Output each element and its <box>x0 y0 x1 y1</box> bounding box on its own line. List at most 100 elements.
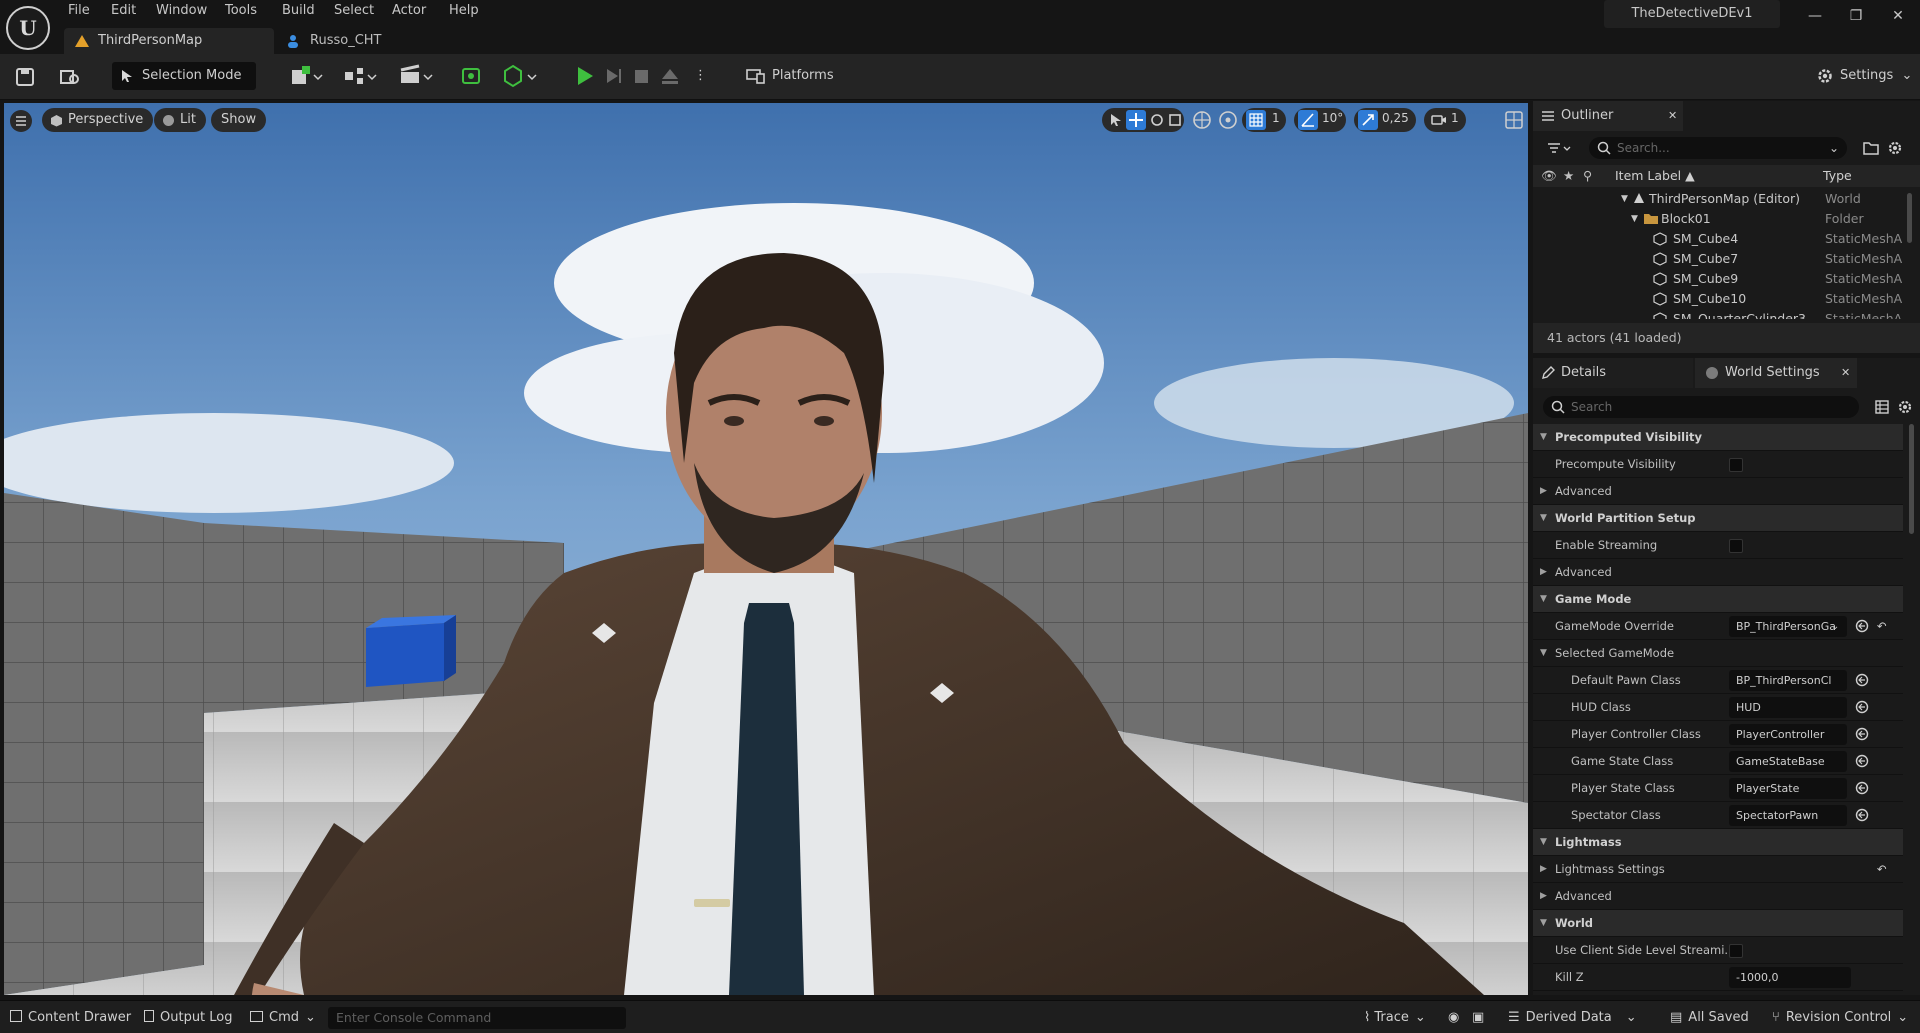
outliner-scrollbar[interactable] <box>1907 193 1912 243</box>
gear-icon[interactable] <box>1897 399 1913 415</box>
favorite-icon[interactable]: ★ <box>1563 165 1574 187</box>
tab-world-settings[interactable]: World Settings ✕ <box>1695 358 1857 388</box>
game-state-class-dropdown[interactable]: GameStateBase <box>1729 751 1847 772</box>
table-view-icon[interactable] <box>1875 400 1889 414</box>
cinematics-icon[interactable] <box>398 62 438 90</box>
viewport-layout-icon[interactable] <box>1504 110 1524 130</box>
menu-window[interactable]: Window <box>156 3 207 21</box>
unreal-logo-icon[interactable]: U <box>6 6 50 50</box>
record-icon[interactable]: ◉ <box>1448 1008 1459 1028</box>
item-label-column[interactable]: Item Label ▲ <box>1615 165 1695 187</box>
camera-speed-button[interactable]: 1 <box>1424 108 1466 132</box>
section-precomputed-visibility[interactable]: ▼ Precomputed Visibility <box>1533 424 1903 451</box>
gamemode-override-dropdown[interactable]: BP_ThirdPersonGa <box>1729 616 1847 637</box>
player-state-class-dropdown[interactable]: PlayerState <box>1729 778 1847 799</box>
section-world-partition-setup[interactable]: ▼ World Partition Setup <box>1533 505 1903 532</box>
move-tool-icon[interactable] <box>1126 110 1146 130</box>
tab-thirdpersonmap[interactable]: ThirdPersonMap <box>64 28 274 54</box>
outliner-row[interactable]: SM_Cube10 StaticMeshA <box>1533 289 1920 309</box>
details-scrollbar[interactable] <box>1909 424 1914 534</box>
browse-asset-icon[interactable] <box>1855 619 1869 633</box>
prop-selected-gamemode[interactable]: ▼ Selected GameMode <box>1533 640 1903 667</box>
section-world[interactable]: ▼ World <box>1533 910 1903 937</box>
menu-edit[interactable]: Edit <box>111 3 136 21</box>
grid-snap-button[interactable]: 1 <box>1242 108 1286 132</box>
outliner-search-input[interactable]: Search... ⌄ <box>1589 137 1847 159</box>
minimize-icon[interactable]: — <box>1805 6 1825 26</box>
blueprint-icon[interactable] <box>342 62 382 90</box>
more-options-icon[interactable]: ⋮ <box>694 62 707 90</box>
reset-icon[interactable]: ↶ <box>1877 856 1887 883</box>
chevron-down-icon[interactable]: ⌄ <box>1829 137 1839 159</box>
close-icon[interactable]: ✕ <box>1888 6 1908 26</box>
eject-icon[interactable] <box>660 62 682 90</box>
save-icon[interactable] <box>16 68 34 86</box>
menu-file[interactable]: File <box>68 3 90 21</box>
section-game-mode[interactable]: ▼ Game Mode <box>1533 586 1903 613</box>
revision-control-dropdown[interactable]: ⑂ Revision Control ⌄ <box>1772 1008 1908 1028</box>
play-icon[interactable] <box>574 62 598 90</box>
player-controller-class-dropdown[interactable]: PlayerController <box>1729 724 1847 745</box>
pin-icon[interactable]: ⚲ <box>1583 165 1592 187</box>
show-button[interactable]: Show <box>211 108 267 132</box>
add-actor-icon[interactable] <box>288 62 328 90</box>
tab-details[interactable]: Details <box>1533 358 1693 388</box>
modeling-icon[interactable] <box>460 62 484 90</box>
browse-asset-icon[interactable] <box>1855 673 1869 687</box>
screenshot-icon[interactable]: ▣ <box>1472 1008 1484 1028</box>
selection-mode-dropdown[interactable]: Selection Mode ⌄ <box>112 62 256 111</box>
restore-icon[interactable]: ❐ <box>1846 6 1866 26</box>
hud-class-dropdown[interactable]: HUD <box>1729 697 1847 718</box>
step-icon[interactable] <box>604 62 626 90</box>
platforms-dropdown[interactable]: Platforms ⌄ <box>740 62 840 111</box>
type-column[interactable]: Type <box>1823 165 1852 187</box>
menu-tools[interactable]: Tools <box>225 3 257 21</box>
browse-icon[interactable] <box>60 68 80 86</box>
derived-data-dropdown[interactable]: ☰ Derived Data ⌄ <box>1508 1008 1637 1028</box>
outliner-row[interactable]: SM_Cube7 StaticMeshA <box>1533 249 1920 269</box>
settings-dropdown[interactable]: Settings ⌄ <box>1810 62 1916 90</box>
visibility-icon[interactable]: 👁 <box>1541 165 1557 187</box>
content-drawer-button[interactable]: Content Drawer <box>10 1008 131 1028</box>
browse-asset-icon[interactable] <box>1855 700 1869 714</box>
enable-streaming-checkbox[interactable] <box>1729 539 1743 553</box>
menu-actor[interactable]: Actor <box>392 3 426 21</box>
default-pawn-class-dropdown[interactable]: BP_ThirdPersonCl <box>1729 670 1847 691</box>
prop-advanced[interactable]: ▶ Advanced <box>1533 883 1903 910</box>
level-viewport[interactable]: Perspective Lit Show 1 10° 0,25 1 <box>4 103 1528 995</box>
close-tab-icon[interactable]: ✕ <box>1841 358 1850 388</box>
client-side-streaming-checkbox[interactable] <box>1729 944 1743 958</box>
expand-arrow-icon[interactable]: ▼ <box>1631 209 1638 229</box>
scale-tool-icon[interactable] <box>1168 113 1182 127</box>
select-tool-icon[interactable] <box>1110 113 1122 127</box>
expand-arrow-icon[interactable]: ▼ <box>1621 189 1628 209</box>
all-saved-button[interactable]: ▤ All Saved <box>1670 1008 1749 1028</box>
angle-snap-button[interactable]: 10° <box>1294 108 1346 132</box>
cmd-dropdown[interactable]: Cmd ⌄ <box>250 1008 316 1028</box>
browse-asset-icon[interactable] <box>1855 754 1869 768</box>
filter-icon[interactable] <box>1547 142 1571 156</box>
outliner-row[interactable]: SM_Cube4 StaticMeshA <box>1533 229 1920 249</box>
output-log-button[interactable]: Output Log <box>144 1008 233 1028</box>
tab-russo-cht[interactable]: Russo_CHT <box>280 28 420 54</box>
section-lightmass[interactable]: ▼ Lightmass <box>1533 829 1903 856</box>
trace-dropdown[interactable]: ⌇ Trace ⌄ <box>1364 1008 1426 1028</box>
browse-asset-icon[interactable] <box>1855 808 1869 822</box>
outliner-row[interactable]: ▼ ThirdPersonMap (Editor) World <box>1533 189 1920 209</box>
outliner-row[interactable]: ▼ Block01 Folder <box>1533 209 1920 229</box>
details-search-input[interactable]: Search <box>1543 396 1859 418</box>
outliner-row[interactable]: SM_Cube9 StaticMeshA <box>1533 269 1920 289</box>
outliner-tab[interactable]: Outliner ✕ <box>1533 101 1683 131</box>
menu-select[interactable]: Select <box>334 3 374 21</box>
browse-asset-icon[interactable] <box>1855 781 1869 795</box>
menu-build[interactable]: Build <box>282 3 315 21</box>
close-tab-icon[interactable]: ✕ <box>1668 101 1677 131</box>
perspective-button[interactable]: Perspective <box>42 108 154 132</box>
prop-lightmass-settings[interactable]: ▶ Lightmass Settings ↶ <box>1533 856 1903 883</box>
rotate-tool-icon[interactable] <box>1150 113 1164 127</box>
add-folder-icon[interactable] <box>1863 141 1879 155</box>
viewport-menu-icon[interactable] <box>10 110 32 132</box>
kill-z-input[interactable]: -1000,0 <box>1729 967 1851 988</box>
stop-icon[interactable] <box>632 62 654 90</box>
spectator-class-dropdown[interactable]: SpectatorPawn <box>1729 805 1847 826</box>
